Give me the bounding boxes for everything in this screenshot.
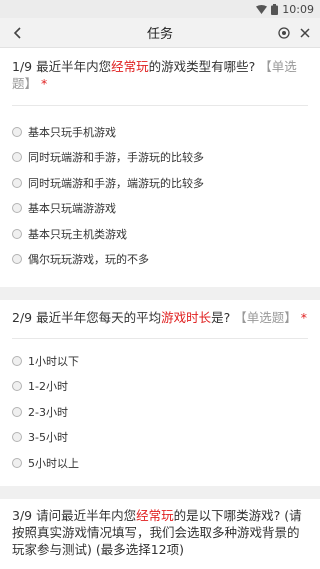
radio-button[interactable]	[12, 254, 22, 265]
radio-button[interactable]	[12, 381, 22, 392]
status-bar: 10:09	[0, 0, 320, 18]
option-label: 1-2小时	[28, 380, 68, 394]
record-icon	[278, 27, 290, 39]
battery-icon	[271, 3, 279, 15]
radio-button[interactable]	[12, 432, 22, 443]
option-item[interactable]: 同时玩端游和手游，端游玩的比较多	[12, 170, 308, 196]
section-gap	[0, 485, 320, 499]
question-1-title: 1/9 最近半年内您经常玩的游戏类型有哪些? 【单选题】 *	[12, 49, 308, 92]
record-button[interactable]	[274, 23, 294, 43]
question-highlight: 经常玩	[111, 59, 149, 74]
question-highlight: 经常玩	[136, 507, 174, 523]
status-time: 10:09	[282, 2, 314, 16]
option-label: 基本只玩端游游戏	[28, 202, 116, 216]
radio-button[interactable]	[12, 457, 22, 468]
question-number: 3/9	[12, 507, 33, 523]
radio-button[interactable]	[12, 203, 22, 214]
radio-button[interactable]	[12, 126, 22, 137]
question-2: 2/9 最近半年您每天的平均游戏时长是? 【单选题】 *	[0, 300, 320, 326]
radio-button[interactable]	[12, 177, 22, 188]
question-2-options: 1小时以下 1-2小时 2-3小时 3-5小时 5小时以上	[0, 339, 320, 486]
radio-button[interactable]	[12, 228, 22, 239]
option-item[interactable]: 3-5小时	[12, 425, 308, 451]
question-type-tag: 【单选题】	[234, 310, 297, 325]
option-label: 5小时以上	[28, 456, 79, 470]
radio-button[interactable]	[12, 406, 22, 417]
question-highlight: 游戏时长	[161, 310, 212, 325]
option-item[interactable]: 5小时以上	[12, 450, 308, 476]
question-number: 2/9	[12, 310, 33, 325]
option-item[interactable]: 2-3小时	[12, 399, 308, 425]
close-icon	[300, 28, 310, 38]
question-text-tail: 是?	[211, 310, 231, 325]
survey-content: 1/9 最近半年内您经常玩的游戏类型有哪些? 【单选题】 * 基本只玩手机游戏 …	[0, 49, 320, 558]
required-mark: *	[300, 310, 308, 325]
option-item[interactable]: 1-2小时	[12, 374, 308, 400]
required-mark: *	[41, 76, 48, 91]
option-item[interactable]: 基本只玩主机类游戏	[12, 221, 308, 247]
option-label: 1小时以下	[28, 354, 79, 368]
question-text: 最近半年内您	[36, 59, 112, 74]
close-button[interactable]	[295, 23, 315, 43]
back-button[interactable]	[6, 22, 28, 44]
section-gap	[0, 287, 320, 300]
question-number: 1/9	[12, 59, 33, 74]
option-item[interactable]: 基本只玩手机游戏	[12, 119, 308, 145]
option-item[interactable]: 偶尔玩玩游戏，玩的不多	[12, 247, 308, 273]
question-text: 最近半年您每天的平均	[36, 310, 162, 325]
nav-bar: 任务	[0, 18, 320, 48]
chevron-left-icon	[13, 27, 21, 39]
radio-button[interactable]	[12, 355, 22, 366]
question-3-title: 3/9 请问最近半年内您经常玩的是以下哪类游戏? (请按照真实游戏情况填写，我们…	[12, 499, 308, 558]
option-label: 同时玩端游和手游，端游玩的比较多	[28, 176, 204, 190]
option-label: 基本只玩手机游戏	[28, 125, 116, 139]
option-label: 偶尔玩玩游戏，玩的不多	[28, 253, 149, 267]
wifi-icon	[256, 4, 268, 14]
option-item[interactable]: 基本只玩端游游戏	[12, 196, 308, 222]
option-label: 基本只玩主机类游戏	[28, 227, 127, 241]
option-item[interactable]: 1小时以下	[12, 348, 308, 374]
option-label: 3-5小时	[28, 431, 68, 445]
option-label: 2-3小时	[28, 405, 68, 419]
question-text-tail: 的游戏类型有哪些?	[148, 59, 256, 74]
option-label: 同时玩端游和手游，手游玩的比较多	[28, 151, 204, 165]
radio-button[interactable]	[12, 152, 22, 163]
page-title: 任务	[146, 27, 173, 42]
question-2-title: 2/9 最近半年您每天的平均游戏时长是? 【单选题】 *	[12, 300, 308, 326]
question-1-options: 基本只玩手机游戏 同时玩端游和手游，手游玩的比较多 同时玩端游和手游，端游玩的比…	[0, 106, 320, 287]
question-1: 1/9 最近半年内您经常玩的游戏类型有哪些? 【单选题】 *	[0, 49, 320, 92]
option-item[interactable]: 同时玩端游和手游，手游玩的比较多	[12, 145, 308, 171]
question-text: 请问最近半年内您	[36, 507, 137, 523]
question-3: 3/9 请问最近半年内您经常玩的是以下哪类游戏? (请按照真实游戏情况填写，我们…	[0, 499, 320, 558]
